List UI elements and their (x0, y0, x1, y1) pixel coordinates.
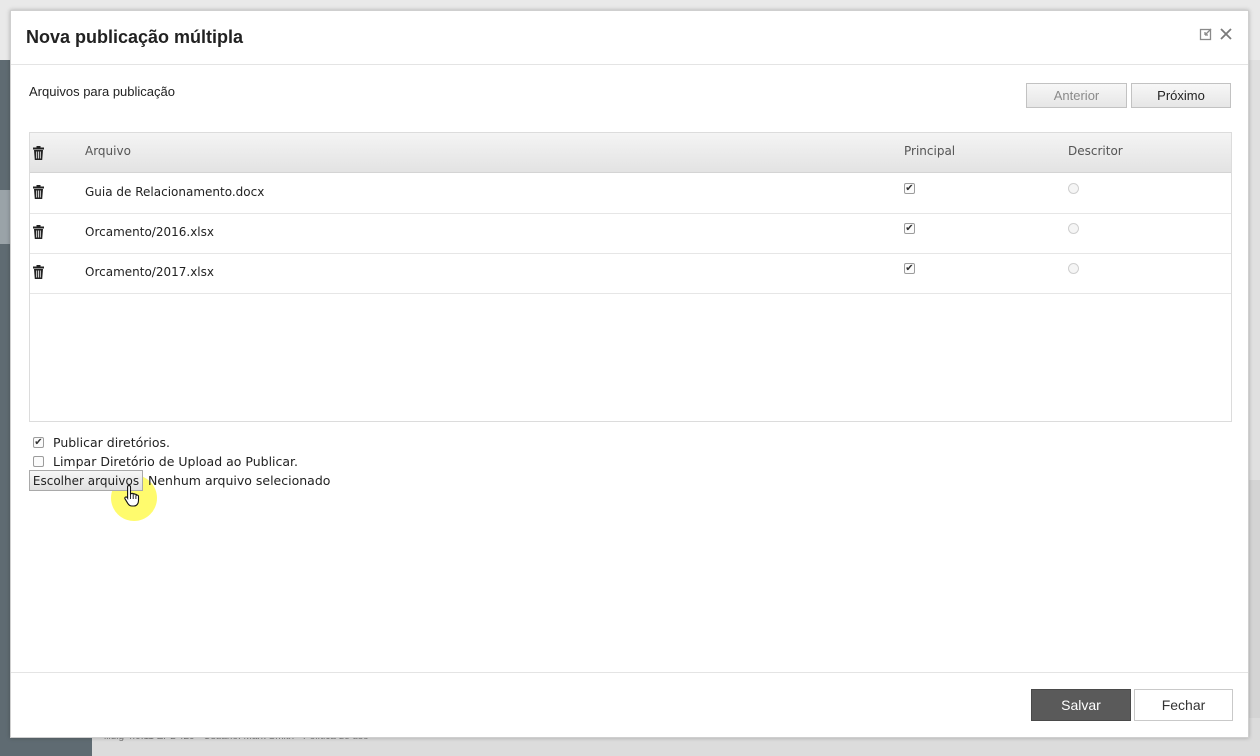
publish-dialog: Nova publicação múltipla Arquivos para p… (10, 10, 1249, 738)
hand-cursor-icon (124, 484, 142, 512)
table-row: Orcamento/2017.xlsx ✔ (30, 253, 1231, 294)
descritor-radio[interactable] (1068, 223, 1079, 234)
table-row: Orcamento/2016.xlsx ✔ (30, 213, 1231, 254)
save-button[interactable]: Salvar (1031, 689, 1131, 721)
trash-icon[interactable] (33, 145, 44, 160)
trash-icon[interactable] (33, 184, 44, 199)
column-header-file[interactable]: Arquivo (85, 144, 131, 158)
clear-upload-option[interactable]: Limpar Diretório de Upload ao Publicar. (33, 454, 298, 469)
close-button[interactable]: Fechar (1134, 689, 1233, 721)
column-header-descritor[interactable]: Descritor (1068, 144, 1123, 158)
publish-dirs-checkbox[interactable]: ✔ (33, 437, 44, 448)
principal-checkbox[interactable]: ✔ (904, 183, 915, 194)
trash-icon[interactable] (33, 264, 44, 279)
clear-upload-checkbox[interactable] (33, 456, 44, 467)
header-icons (1198, 26, 1234, 42)
principal-checkbox[interactable]: ✔ (904, 263, 915, 274)
dialog-header: Nova publicação múltipla (11, 11, 1248, 65)
restore-window-icon[interactable] (1198, 26, 1214, 42)
descritor-radio[interactable] (1068, 263, 1079, 274)
publish-dirs-option[interactable]: ✔ Publicar diretórios. (33, 435, 170, 450)
file-name: Orcamento/2017.xlsx (85, 265, 214, 279)
publish-dirs-label: Publicar diretórios. (53, 435, 171, 450)
next-button[interactable]: Próximo (1131, 83, 1231, 108)
file-status: Nenhum arquivo selecionado (148, 473, 331, 488)
table-row: Guia de Relacionamento.docx ✔ (30, 173, 1231, 214)
files-table: Arquivo Principal Descritor Guia de Rela… (29, 132, 1232, 422)
close-icon[interactable] (1218, 26, 1234, 42)
trash-icon[interactable] (33, 224, 44, 239)
background-sidebar-item (0, 190, 10, 244)
dialog-title: Nova publicação múltipla (26, 27, 244, 47)
clear-upload-label: Limpar Diretório de Upload ao Publicar. (53, 454, 299, 469)
section-label: Arquivos para publicação (29, 84, 175, 99)
principal-checkbox[interactable]: ✔ (904, 223, 915, 234)
background-right-strip (1248, 60, 1260, 480)
file-name: Guia de Relacionamento.docx (85, 185, 265, 199)
table-header: Arquivo Principal Descritor (30, 133, 1231, 173)
file-name: Orcamento/2016.xlsx (85, 225, 214, 239)
column-header-principal[interactable]: Principal (904, 144, 955, 158)
previous-button[interactable]: Anterior (1026, 83, 1127, 108)
descritor-radio[interactable] (1068, 183, 1079, 194)
